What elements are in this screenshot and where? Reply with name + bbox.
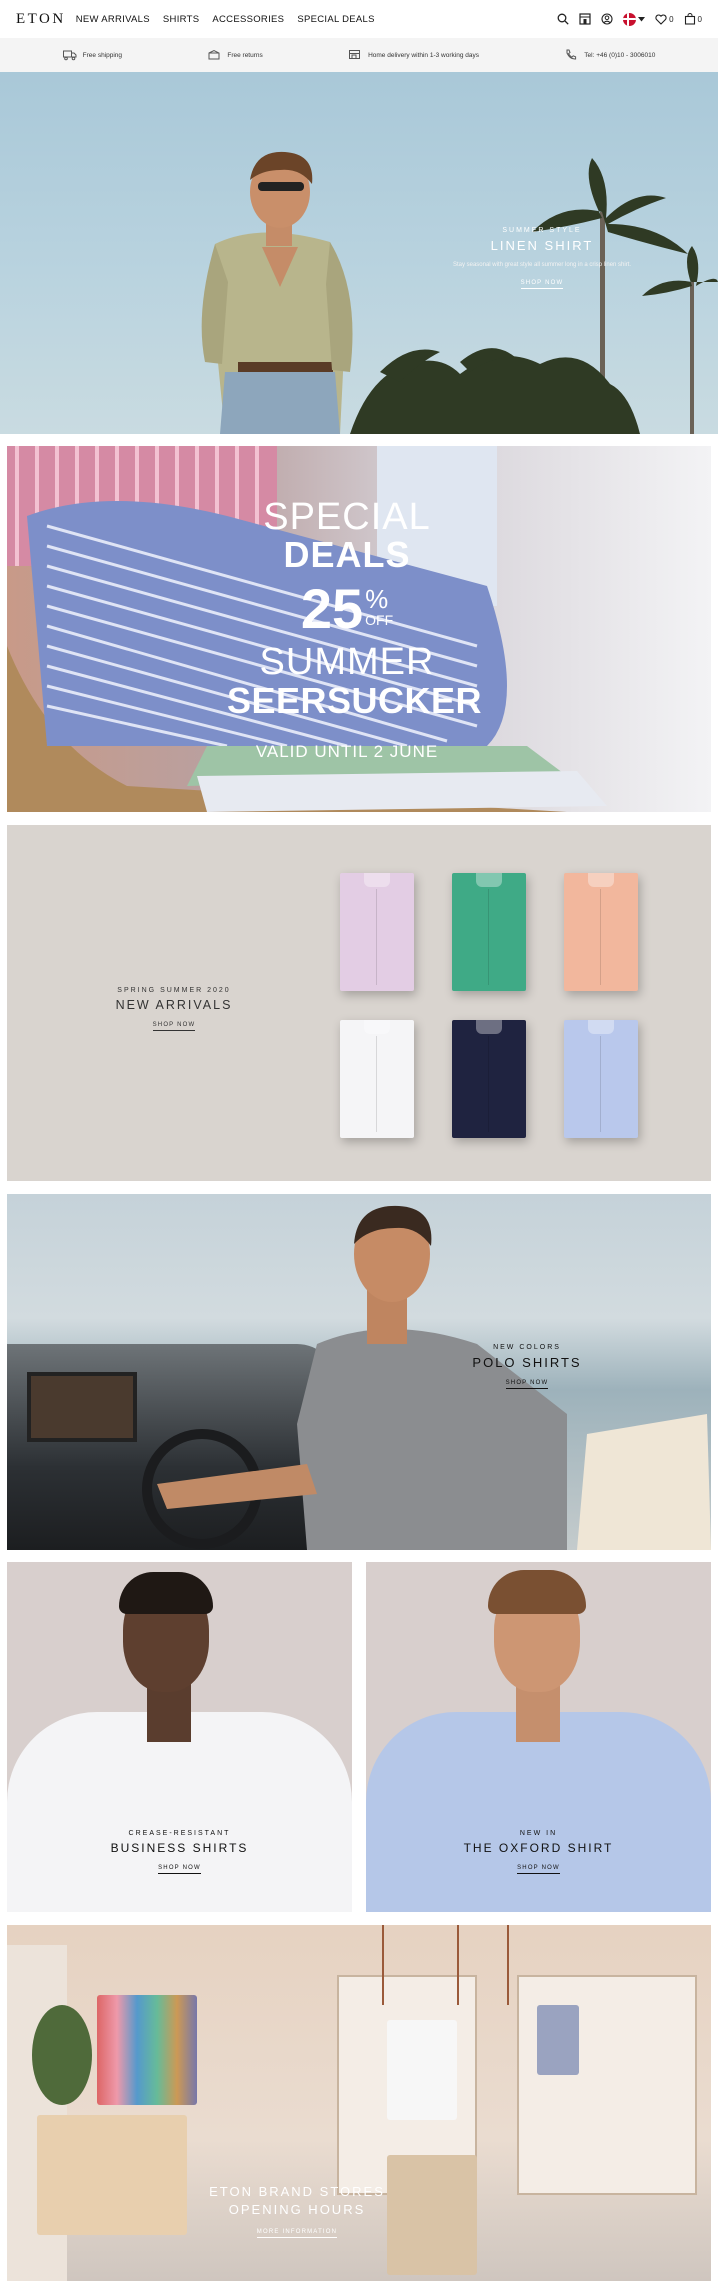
main-nav: NEW ARRIVALS SHIRTS ACCESSORIES SPECIAL …	[76, 14, 375, 25]
wishlist-button[interactable]: 0	[655, 13, 674, 25]
deals-percentage: 25 % OFF	[227, 580, 467, 638]
arrivals-headline: NEW ARRIVALS	[115, 998, 233, 1012]
hero-subtext: Stay seasonal with great style all summe…	[452, 262, 632, 268]
oxford-model-hair	[488, 1570, 586, 1614]
oxford-shop-now-link[interactable]: SHOP NOW	[517, 1865, 560, 1874]
store-display-table	[387, 2155, 477, 2275]
oxford-headline: THE OXFORD SHIRT	[463, 1841, 614, 1855]
store-colorful-shirts-rack	[97, 1995, 197, 2105]
shirt-navy	[452, 1020, 526, 1138]
oxford-kicker: NEW IN	[519, 1830, 558, 1837]
business-model-hair	[119, 1572, 213, 1614]
hero-kicker: SUMMER STYLE	[502, 227, 582, 234]
delivery-truck-icon	[349, 50, 361, 59]
cart-count: 0	[697, 14, 702, 24]
deals-line-seersucker: SEERSUCKER	[227, 680, 483, 721]
flag-denmark-icon	[623, 12, 637, 26]
arrivals-shop-now-link[interactable]: SHOP NOW	[152, 1022, 196, 1031]
hero-caption: SUMMER STYLE LINEN SHIRT Stay seasonal w…	[442, 227, 642, 289]
bag-icon	[684, 13, 695, 25]
heart-icon	[655, 13, 667, 25]
business-caption: CREASE-RESISTANT BUSINESS SHIRTS SHOP NO…	[7, 1830, 352, 1874]
oxford-shirt-tile[interactable]: NEW IN THE OXFORD SHIRT SHOP NOW	[366, 1562, 711, 1912]
search-icon[interactable]	[557, 13, 569, 25]
usp-free-shipping: Free shipping	[62, 49, 122, 61]
polo-headline: POLO SHIRTS	[472, 1355, 582, 1370]
return-box-icon	[208, 49, 220, 60]
shirt-coral-stripe	[564, 873, 638, 991]
eton-logo[interactable]: ETON	[16, 11, 66, 28]
shirt-lilac	[340, 873, 414, 991]
shirt-white	[340, 1020, 414, 1138]
chevron-down-icon	[638, 16, 646, 21]
arrivals-kicker: SPRING SUMMER 2020	[117, 987, 231, 994]
business-kicker: CREASE-RESISTANT	[128, 1830, 231, 1837]
store-more-information-link[interactable]: MORE INFORMATION	[256, 2229, 338, 2238]
usp-phone[interactable]: Tel: +46 (0)10 - 3006010	[564, 49, 655, 61]
business-shirts-tile[interactable]: CREASE-RESISTANT BUSINESS SHIRTS SHOP NO…	[7, 1562, 352, 1912]
arrivals-caption: SPRING SUMMER 2020 NEW ARRIVALS SHOP NOW	[99, 987, 249, 1031]
store-hanging-rail	[457, 1925, 459, 2005]
oxford-caption: NEW IN THE OXFORD SHIRT SHOP NOW	[366, 1830, 711, 1874]
polo-caption: NEW COLORS POLO SHIRTS SHOP NOW	[462, 1344, 592, 1389]
account-icon[interactable]	[601, 13, 613, 25]
business-shirt-model-body	[7, 1712, 352, 1912]
store-headline-line1: ETON BRAND STORES	[209, 2184, 385, 2199]
nav-shirts[interactable]: SHIRTS	[163, 14, 199, 25]
usp-free-returns: Free returns	[207, 49, 263, 61]
polo-shirts-banner[interactable]: NEW COLORS POLO SHIRTS SHOP NOW	[7, 1194, 711, 1550]
phone-icon	[566, 49, 577, 60]
business-headline: BUSINESS SHIRTS	[110, 1841, 249, 1855]
store-headline-line2: OPENING HOURS	[228, 2202, 366, 2217]
store-plant	[32, 2005, 92, 2105]
nav-special-deals[interactable]: SPECIAL DEALS	[297, 14, 374, 25]
wishlist-count: 0	[669, 14, 674, 24]
store-hanging-shirt	[537, 2005, 579, 2075]
nav-accessories[interactable]: ACCESSORIES	[212, 14, 284, 25]
nav-new-arrivals[interactable]: NEW ARRIVALS	[76, 14, 150, 25]
store-hanging-rail	[382, 1925, 384, 2005]
deals-percent-number: 25	[300, 577, 364, 640]
usp-bar: Free shipping Free returns Home delivery…	[0, 38, 718, 72]
hero-shop-now-link[interactable]: SHOP NOW	[520, 280, 564, 289]
deals-validity: VALID UNTIL 2 JUNE	[255, 742, 439, 761]
deals-caption: SPECIAL DEALS 25 % OFF SUMMER SEERSUCKER…	[227, 496, 483, 762]
deals-line-summer: SUMMER	[259, 641, 435, 683]
hero-banner-linen[interactable]: SUMMER STYLE LINEN SHIRT Stay seasonal w…	[0, 72, 718, 434]
truck-icon	[62, 50, 77, 61]
country-selector[interactable]	[623, 12, 646, 26]
polo-model-image	[157, 1205, 711, 1550]
hero-headline: LINEN SHIRT	[490, 238, 594, 253]
shirt-light-blue	[564, 1020, 638, 1138]
store-counter	[37, 2115, 187, 2235]
store-mannequin-shirt	[387, 2020, 457, 2120]
polo-kicker: NEW COLORS	[493, 1344, 561, 1351]
usp-home-delivery: Home delivery within 1-3 working days	[348, 49, 479, 61]
special-deals-banner[interactable]: SPECIAL DEALS 25 % OFF SUMMER SEERSUCKER…	[7, 446, 711, 812]
deals-percent-sign: %	[365, 584, 389, 614]
cart-button[interactable]: 0	[684, 13, 702, 25]
business-shop-now-link[interactable]: SHOP NOW	[158, 1865, 201, 1874]
store-icon[interactable]	[579, 13, 591, 25]
oxford-shirt-model-body	[366, 1712, 711, 1912]
shirt-tropical-print	[452, 873, 526, 991]
brand-stores-banner[interactable]: ETON BRAND STORES OPENING HOURS MORE INF…	[7, 1925, 711, 2281]
store-hanging-rail	[507, 1925, 509, 2005]
deals-line-deals: DEALS	[283, 534, 411, 575]
site-header: ETON NEW ARRIVALS SHIRTS ACCESSORIES SPE…	[0, 0, 718, 38]
deals-off-label: OFF	[365, 612, 394, 628]
new-arrivals-banner[interactable]: SPRING SUMMER 2020 NEW ARRIVALS SHOP NOW	[7, 825, 711, 1181]
polo-shop-now-link[interactable]: SHOP NOW	[505, 1380, 549, 1389]
header-icons: 0 0	[557, 12, 702, 26]
store-caption: ETON BRAND STORES OPENING HOURS MORE INF…	[207, 2183, 387, 2238]
deals-line-special: SPECIAL	[263, 496, 431, 538]
